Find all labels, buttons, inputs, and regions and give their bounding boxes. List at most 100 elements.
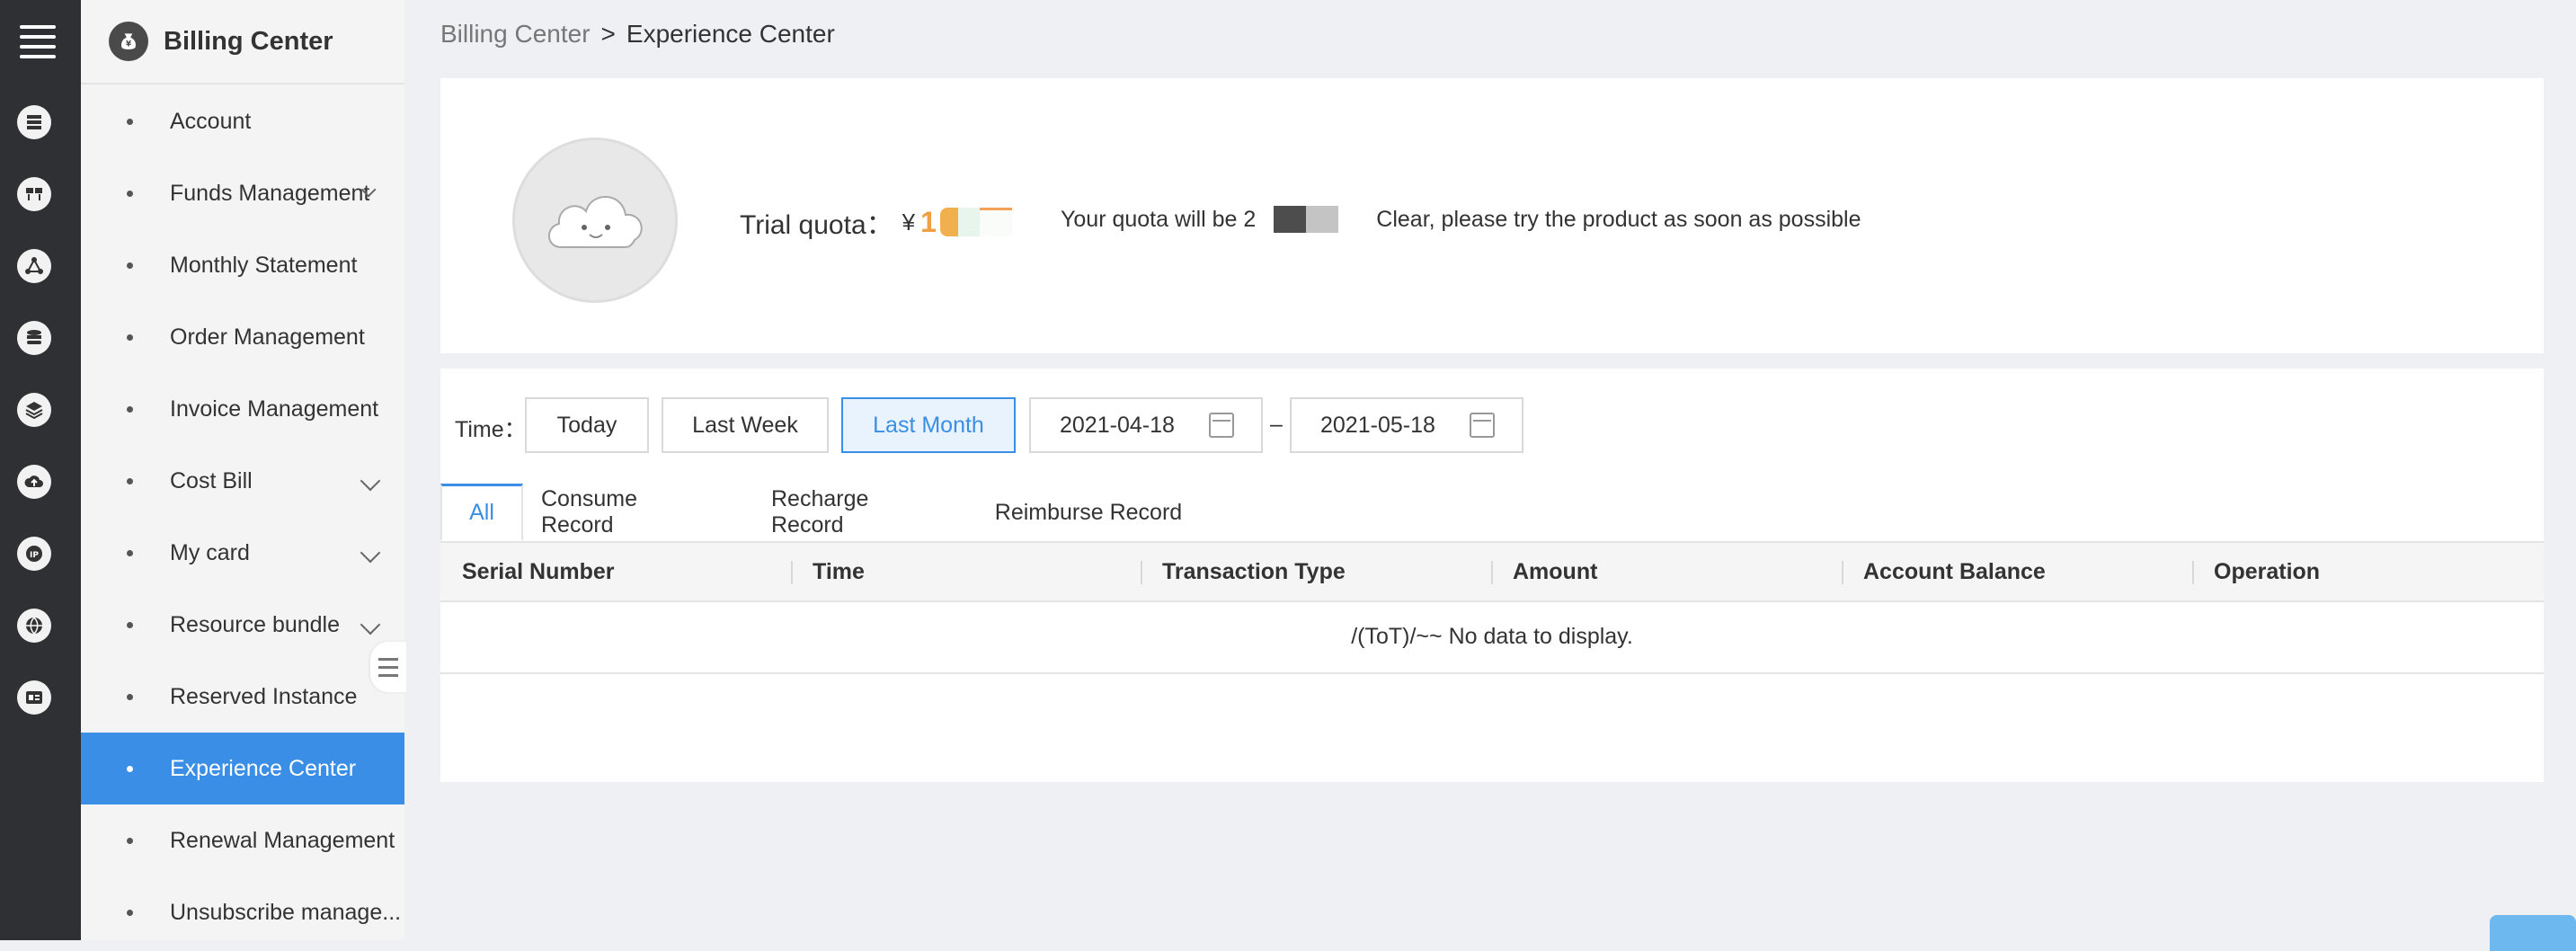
table-header: Serial Number Time Transaction Type Amou… bbox=[440, 543, 2544, 602]
server-icon[interactable] bbox=[17, 105, 51, 139]
sidebar: ¥ Billing Center Account Funds Managemen… bbox=[81, 0, 404, 940]
column-header-amount[interactable]: Amount bbox=[1491, 543, 1598, 600]
breadcrumb: Billing Center > Experience Center bbox=[440, 20, 835, 49]
column-divider bbox=[791, 561, 793, 584]
grid-icon[interactable] bbox=[17, 177, 51, 211]
sidebar-header: ¥ Billing Center bbox=[81, 0, 404, 84]
chevron-down-icon bbox=[360, 542, 381, 564]
sidebar-item-funds-management[interactable]: Funds Management bbox=[81, 157, 404, 229]
currency-symbol: ¥ bbox=[902, 208, 916, 236]
globe-icon[interactable] bbox=[17, 609, 51, 643]
bullet bbox=[127, 621, 133, 628]
sidebar-item-unsubscribe-management[interactable]: Unsubscribe manage... bbox=[81, 876, 404, 948]
sidebar-item-label: Invoice Management bbox=[170, 396, 379, 422]
tab-all[interactable]: All bbox=[440, 484, 523, 541]
end-date-input[interactable]: 2021-05-18 bbox=[1290, 397, 1523, 453]
redacted-block bbox=[957, 208, 980, 236]
hamburger-menu-icon[interactable] bbox=[20, 25, 56, 58]
bullet bbox=[127, 765, 133, 772]
svg-text:¥: ¥ bbox=[126, 40, 131, 49]
sidebar-item-label: Monthly Statement bbox=[170, 252, 358, 278]
sidebar-title: Billing Center bbox=[164, 26, 333, 56]
sidebar-item-label: Account bbox=[170, 108, 252, 134]
sidebar-item-label: Renewal Management bbox=[170, 827, 395, 853]
redacted-block bbox=[1306, 206, 1339, 233]
column-divider bbox=[2192, 561, 2194, 584]
breadcrumb-parent-link[interactable]: Billing Center bbox=[440, 20, 591, 48]
chevron-down-icon bbox=[360, 614, 381, 635]
layers-icon[interactable] bbox=[17, 393, 51, 427]
records-card: Time： Today Last Week Last Month 2021-04… bbox=[440, 369, 2544, 782]
start-date-value: 2021-04-18 bbox=[1060, 412, 1175, 438]
bullet bbox=[127, 405, 133, 413]
column-divider bbox=[1491, 561, 1493, 584]
cloud-mascot-avatar bbox=[512, 138, 678, 303]
column-header-operation[interactable]: Operation bbox=[2192, 543, 2321, 600]
bullet bbox=[127, 693, 133, 700]
database-icon[interactable] bbox=[17, 321, 51, 355]
sidebar-item-renewal-management[interactable]: Renewal Management bbox=[81, 804, 404, 876]
column-header-label: Amount bbox=[1513, 558, 1598, 584]
tab-reimburse-record[interactable]: Reimburse Record bbox=[994, 484, 1183, 541]
breadcrumb-current: Experience Center bbox=[626, 20, 835, 48]
bullet bbox=[127, 190, 133, 197]
sidebar-item-label: Cost Bill bbox=[170, 467, 253, 493]
last-month-button[interactable]: Last Month bbox=[841, 397, 1016, 453]
last-week-button[interactable]: Last Week bbox=[662, 397, 829, 453]
calendar-icon[interactable] bbox=[1470, 413, 1495, 438]
today-button[interactable]: Today bbox=[525, 397, 649, 453]
trial-quota: Trial quota： ¥ 1 bbox=[740, 202, 1012, 242]
notice-suffix: Clear, please try the product as soon as… bbox=[1376, 206, 1861, 232]
record-tabs: All Consume Record Recharge Record Reimb… bbox=[440, 484, 2544, 543]
sidebar-item-label: Unsubscribe manage... bbox=[170, 899, 402, 925]
quota-expiry-notice: Your quota will be 2 Clear, please try t… bbox=[1061, 206, 1861, 233]
chevron-down-icon bbox=[360, 470, 381, 492]
cloud-upload-icon[interactable] bbox=[17, 465, 51, 499]
column-header-serial-number[interactable]: Serial Number bbox=[462, 543, 615, 600]
column-header-label: Account Balance bbox=[1863, 558, 2046, 584]
sidebar-item-account[interactable]: Account bbox=[81, 85, 404, 157]
redacted-block bbox=[979, 208, 1012, 236]
smiling-cloud-icon bbox=[548, 196, 643, 248]
bullet bbox=[127, 477, 133, 484]
bullet bbox=[127, 262, 133, 269]
column-header-transaction-type[interactable]: Transaction Type bbox=[1141, 543, 1346, 600]
sidebar-item-monthly-statement[interactable]: Monthly Statement bbox=[81, 229, 404, 301]
contact-card-icon[interactable] bbox=[17, 680, 51, 715]
redacted-block bbox=[1274, 206, 1307, 233]
sidebar-item-resource-bundle[interactable]: Resource bundle bbox=[81, 589, 404, 661]
sidebar-item-experience-center[interactable]: Experience Center bbox=[81, 733, 404, 804]
column-header-time[interactable]: Time bbox=[791, 543, 865, 600]
column-divider bbox=[1141, 561, 1142, 584]
sidebar-collapse-toggle[interactable] bbox=[370, 642, 406, 692]
end-date-value: 2021-05-18 bbox=[1320, 412, 1435, 438]
time-filter-label: Time： bbox=[455, 417, 527, 442]
column-header-account-balance[interactable]: Account Balance bbox=[1842, 543, 2046, 600]
sidebar-item-invoice-management[interactable]: Invoice Management bbox=[81, 373, 404, 445]
column-header-label: Serial Number bbox=[462, 558, 615, 584]
bullet bbox=[127, 909, 133, 916]
sidebar-item-label: Resource bundle bbox=[170, 611, 341, 637]
network-icon[interactable] bbox=[17, 249, 51, 283]
sidebar-item-label: Reserved Instance bbox=[170, 683, 358, 709]
tab-consume-record[interactable]: Consume Record bbox=[541, 484, 715, 541]
empty-table-message: /(ToT)/~~ No data to display. bbox=[440, 600, 2544, 674]
redacted-block bbox=[939, 208, 958, 236]
start-date-input[interactable]: 2021-04-18 bbox=[1029, 397, 1263, 453]
bullet bbox=[127, 549, 133, 556]
tab-recharge-record[interactable]: Recharge Record bbox=[771, 484, 946, 541]
sidebar-item-order-management[interactable]: Order Management bbox=[81, 301, 404, 373]
sidebar-item-label: My card bbox=[170, 539, 250, 565]
sidebar-item-cost-bill[interactable]: Cost Bill bbox=[81, 445, 404, 517]
column-header-label: Transaction Type bbox=[1162, 558, 1346, 584]
ip-icon[interactable]: IP bbox=[17, 537, 51, 571]
column-header-label: Time bbox=[813, 558, 865, 584]
calendar-icon[interactable] bbox=[1209, 413, 1234, 438]
sidebar-item-my-card[interactable]: My card bbox=[81, 517, 404, 589]
sidebar-item-reserved-instance[interactable]: Reserved Instance bbox=[81, 661, 404, 733]
sidebar-item-label: Experience Center bbox=[170, 755, 357, 781]
experience-summary-card: Trial quota： ¥ 1 Your quota will be 2 Cl… bbox=[440, 78, 2544, 353]
column-header-label: Operation bbox=[2214, 558, 2321, 584]
floating-help-button[interactable] bbox=[2490, 915, 2576, 951]
breadcrumb-separator: > bbox=[600, 20, 616, 48]
